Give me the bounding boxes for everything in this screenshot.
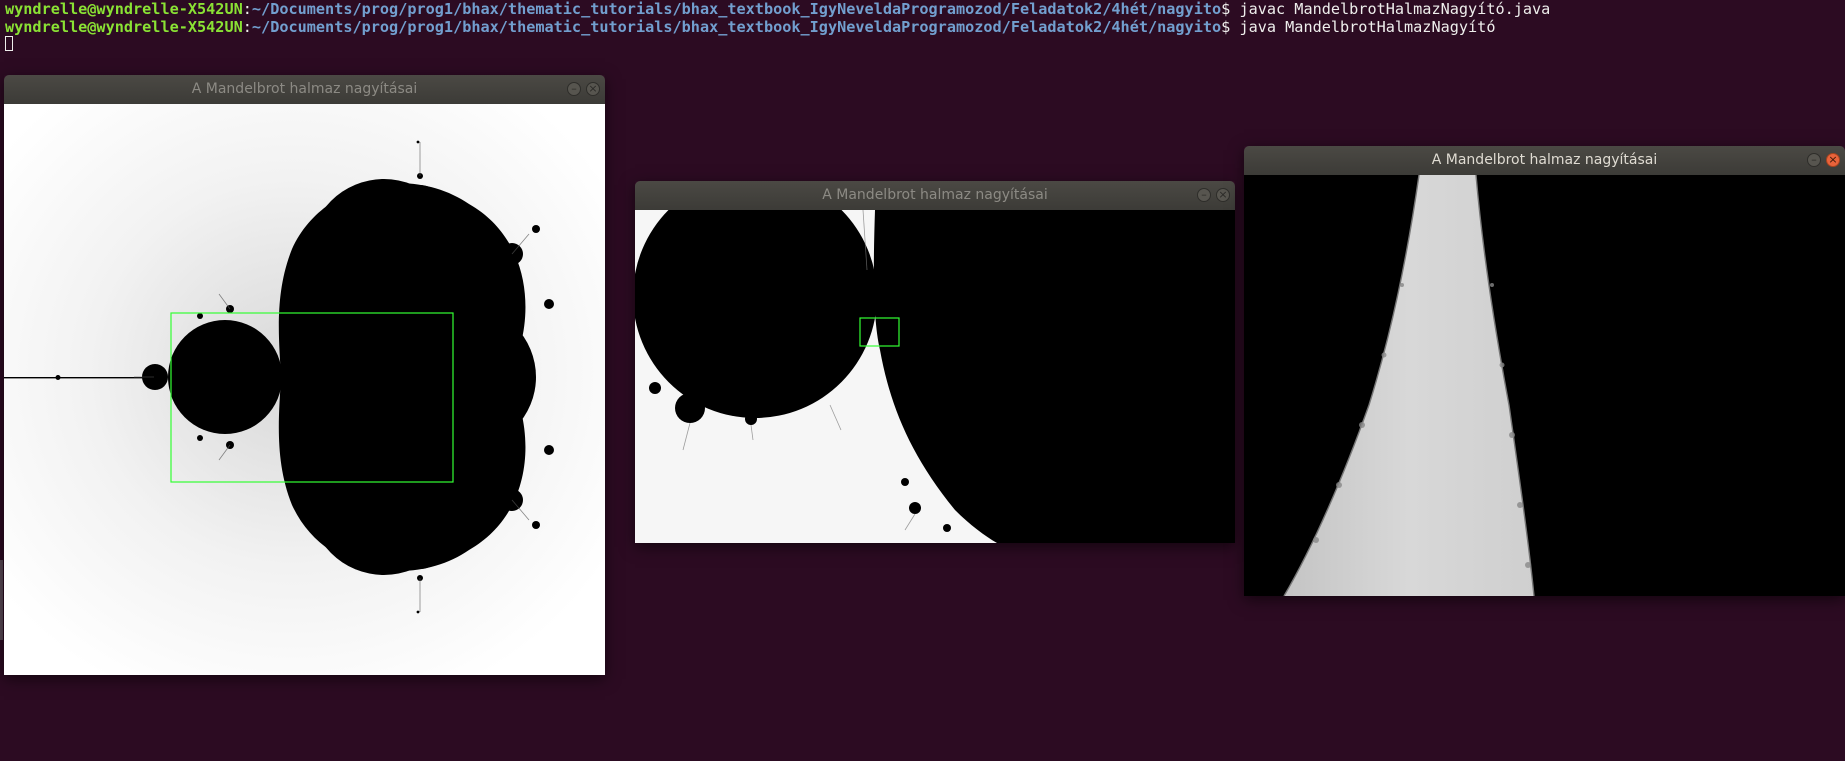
mandelbrot-image-3 xyxy=(1244,175,1845,596)
close-icon[interactable]: × xyxy=(586,82,600,96)
window-title: A Mandelbrot halmaz nagyításai xyxy=(1431,152,1658,168)
window-titlebar[interactable]: A Mandelbrot halmaz nagyításai – × xyxy=(635,181,1235,210)
mandelbrot-image-2 xyxy=(635,210,1235,543)
prompt-symbol: $ xyxy=(1221,18,1240,36)
window-titlebar[interactable]: A Mandelbrot halmaz nagyításai – × xyxy=(4,75,605,104)
mandelbrot-image-1 xyxy=(4,104,605,675)
window-titlebar[interactable]: A Mandelbrot halmaz nagyításai – × xyxy=(1244,146,1845,175)
mandelbrot-canvas-1[interactable] xyxy=(4,104,605,675)
terminal-cursor xyxy=(5,36,13,51)
close-icon[interactable]: × xyxy=(1826,153,1840,167)
prompt-separator: : xyxy=(242,0,252,18)
mandelbrot-window-3[interactable]: A Mandelbrot halmaz nagyításai – × xyxy=(1244,146,1845,596)
terminal-line-1: wyndrelle@wyndrelle-X542UN:~/Documents/p… xyxy=(5,0,1550,18)
terminal-command: javac MandelbrotHalmazNagyító.java xyxy=(1239,0,1551,18)
window-title: A Mandelbrot halmaz nagyításai xyxy=(191,81,418,97)
prompt-symbol: $ xyxy=(1221,0,1240,18)
mandelbrot-canvas-3[interactable] xyxy=(1244,175,1845,596)
mandelbrot-window-2[interactable]: A Mandelbrot halmaz nagyításai – × xyxy=(635,181,1235,543)
prompt-path: ~/Documents/prog/prog1/bhax/thematic_tut… xyxy=(251,18,1222,36)
prompt-separator: : xyxy=(242,18,252,36)
terminal-command: java MandelbrotHalmazNagyító xyxy=(1239,18,1496,36)
mandelbrot-canvas-2[interactable] xyxy=(635,210,1235,543)
window-title: A Mandelbrot halmaz nagyításai xyxy=(822,187,1048,203)
prompt-path: ~/Documents/prog/prog1/bhax/thematic_tut… xyxy=(251,0,1222,18)
minimize-icon[interactable]: – xyxy=(567,82,581,96)
mandelbrot-window-1[interactable]: A Mandelbrot halmaz nagyításai – × xyxy=(4,75,605,675)
terminal-line-2: wyndrelle@wyndrelle-X542UN:~/Documents/p… xyxy=(5,18,1495,36)
minimize-icon[interactable]: – xyxy=(1807,153,1821,167)
minimize-icon[interactable]: – xyxy=(1197,188,1211,202)
close-icon[interactable]: × xyxy=(1216,188,1230,202)
desktop-edge xyxy=(0,560,3,640)
prompt-user-host: wyndrelle@wyndrelle-X542UN xyxy=(5,0,243,18)
prompt-user-host: wyndrelle@wyndrelle-X542UN xyxy=(5,18,243,36)
